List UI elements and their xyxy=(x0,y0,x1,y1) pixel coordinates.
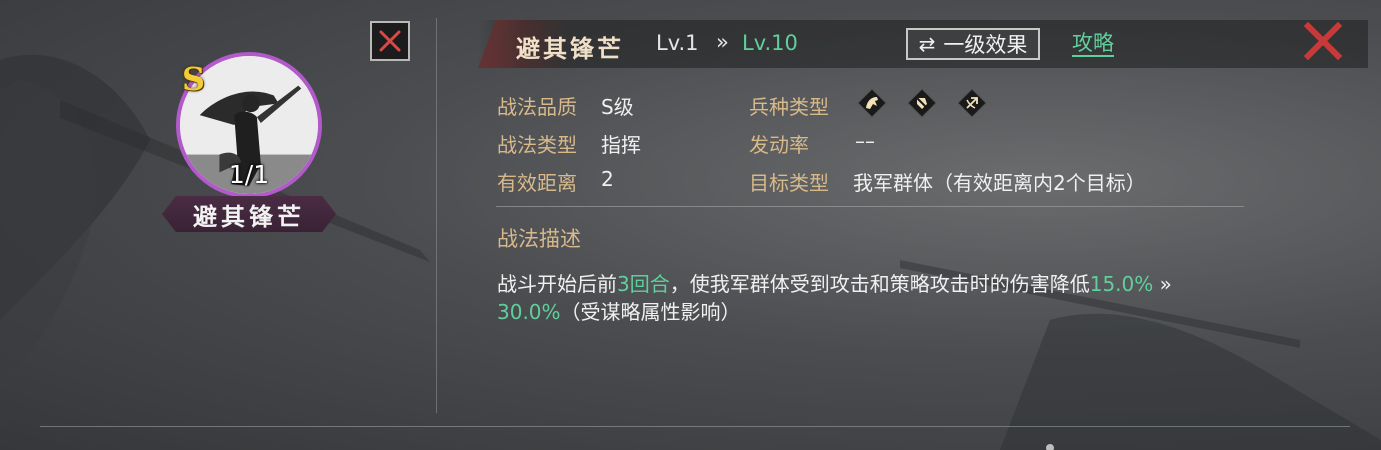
description-line-2: 30.0%（受谋略属性影响） xyxy=(497,296,741,325)
level-arrow: » xyxy=(716,30,729,54)
desc-value-max: 30.0% xyxy=(497,300,561,324)
quality-value: S级 xyxy=(601,95,634,119)
section-divider xyxy=(496,206,1244,207)
grade-badge: S xyxy=(182,60,206,98)
level-effect-button[interactable]: ⇄ 一级效果 xyxy=(906,28,1040,60)
skill-title: 避其锋芒 xyxy=(516,35,624,63)
bottom-divider xyxy=(40,426,1350,427)
close-icon xyxy=(1303,21,1343,61)
description-title: 战法描述 xyxy=(497,227,581,251)
archer-icon xyxy=(957,88,987,118)
close-icon xyxy=(379,30,401,52)
desc-arrow: » xyxy=(1153,272,1172,296)
trigger-rate-value: –– xyxy=(855,129,875,153)
guide-link[interactable]: 攻略 xyxy=(1072,31,1114,57)
type-value: 指挥 xyxy=(601,133,641,157)
target-type-label: 目标类型 xyxy=(749,171,829,195)
desc-text: 战斗开始后前 xyxy=(497,272,617,296)
vertical-divider xyxy=(436,18,437,413)
portrait-count: 1/1 xyxy=(228,160,270,189)
level-max: Lv.10 xyxy=(742,31,798,55)
swap-icon: ⇄ xyxy=(918,32,936,56)
target-type-value: 我军群体（有效距离内2个目标） xyxy=(853,171,1146,195)
range-value: 2 xyxy=(601,167,614,191)
skill-name-plate: 避其锋芒 xyxy=(162,196,336,232)
range-label: 有效距离 xyxy=(497,171,577,195)
level-current: Lv.1 xyxy=(656,31,699,55)
desc-turns: 3回合 xyxy=(617,272,670,296)
effect-button-label: 一级效果 xyxy=(943,33,1028,57)
close-button[interactable] xyxy=(1302,20,1344,62)
desc-text: （受谋略属性影响） xyxy=(560,300,741,324)
shield-icon xyxy=(907,88,937,118)
desc-value-min: 15.0% xyxy=(1089,272,1154,296)
trigger-rate-label: 发动率 xyxy=(749,133,809,157)
type-label: 战法类型 xyxy=(497,133,577,157)
skill-name: 避其锋芒 xyxy=(193,202,305,231)
close-button-small[interactable] xyxy=(370,21,410,61)
description-line-1: 战斗开始后前3回合，使我军群体受到攻击和策略攻击时的伤害降低15.0% » xyxy=(497,268,1172,297)
troop-type-label: 兵种类型 xyxy=(749,95,829,119)
cavalry-icon xyxy=(857,88,887,118)
quality-label: 战法品质 xyxy=(497,95,577,119)
desc-text: ，使我军群体受到攻击和策略攻击时的伤害降低 xyxy=(669,272,1090,296)
